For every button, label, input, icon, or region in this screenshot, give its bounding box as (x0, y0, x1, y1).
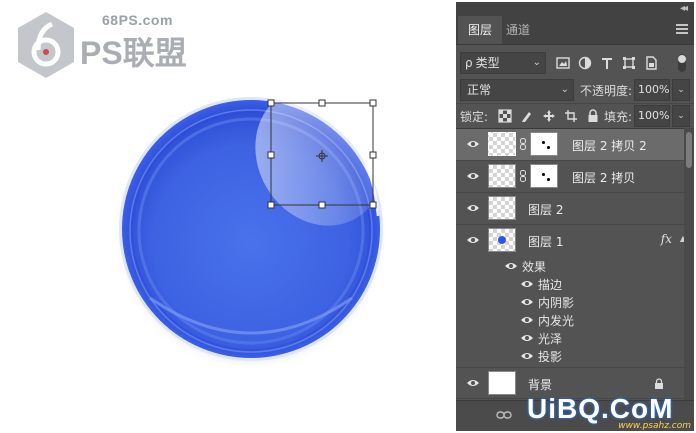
layer-name[interactable]: 图层 2 拷贝 2 (572, 137, 647, 154)
opacity-label: 不透明度: (580, 84, 633, 98)
collapse-panel-button[interactable]: ◂◂ (680, 2, 688, 16)
panel-tab-bar: 图层 通道 (456, 16, 694, 45)
blend-mode-value: 正常 (467, 83, 492, 97)
lock-all-icon[interactable] (586, 109, 600, 123)
chain-link-icon[interactable] (520, 170, 526, 182)
layer-row-layer1[interactable]: 图层 1 fx ▲ (456, 225, 694, 257)
layer-name[interactable]: 图层 2 拷贝 (572, 169, 635, 186)
filter-kind-dropdown[interactable]: ρ 类型 ⌄ (460, 52, 546, 74)
fx-icon[interactable]: fx (661, 232, 672, 246)
layer-list: 图层 2 拷贝 2 图层 2 拷贝 图层 2 图层 1 fx ▲ 效果 描边 内… (456, 128, 694, 401)
visibility-eye-icon[interactable] (466, 203, 480, 213)
layer-thumbnail[interactable] (488, 196, 516, 220)
visibility-eye-icon[interactable] (466, 139, 480, 149)
opacity-dropdown-button[interactable]: ⌄ (672, 79, 690, 101)
chain-link-icon[interactable] (520, 138, 526, 150)
layer-mask-thumbnail[interactable] (530, 132, 558, 156)
effect-name[interactable]: 内阴影 (538, 294, 574, 311)
filter-type-icon[interactable] (600, 56, 614, 70)
layer-filter-row: ρ 类型 ⌄ (456, 50, 694, 76)
panel-title-bar: ◂◂ (456, 2, 694, 16)
logo-hexagon-icon (18, 12, 74, 78)
transform-handle[interactable] (318, 201, 326, 209)
filter-smart-object-icon[interactable] (644, 56, 658, 70)
visibility-eye-icon[interactable] (466, 378, 480, 388)
effect-row-inner-glow[interactable]: 内发光 (456, 311, 694, 329)
lock-pixels-icon[interactable] (520, 109, 534, 123)
lock-fill-row: 锁定: 填充: 100% ⌄ (456, 103, 694, 128)
effect-name[interactable]: 内发光 (538, 312, 574, 329)
opacity-input[interactable]: 100% (634, 79, 670, 101)
link-layers-icon[interactable] (496, 409, 512, 421)
layer-thumbnail[interactable] (488, 371, 516, 395)
chevron-down-icon: ⌄ (532, 57, 541, 68)
document-canvas[interactable]: 68PS.com PS联盟 (0, 0, 452, 433)
effect-name[interactable]: 投影 (538, 348, 562, 365)
watermark-url: www.psahz.com (618, 421, 691, 431)
filter-toggle-switch[interactable] (678, 54, 686, 72)
lock-position-icon[interactable] (542, 109, 556, 123)
filter-kind-label: 类型 (475, 56, 500, 70)
visibility-eye-icon[interactable] (520, 351, 534, 361)
fill-dropdown-button[interactable]: ⌄ (672, 105, 690, 127)
layer-thumbnail[interactable] (488, 132, 516, 156)
visibility-eye-icon[interactable] (520, 297, 534, 307)
layer-row-layer2-copy[interactable]: 图层 2 拷贝 (456, 161, 694, 193)
panel-menu-icon[interactable] (676, 24, 688, 34)
lock-transparency-icon[interactable] (498, 109, 512, 123)
lock-icon (655, 378, 663, 389)
effect-name[interactable]: 光泽 (538, 330, 562, 347)
transform-handle[interactable] (369, 201, 377, 209)
blend-opacity-row: 正常 ⌄ 不透明度: 100% ⌄ (456, 78, 694, 102)
effect-row-stroke[interactable]: 描边 (456, 275, 694, 293)
layer-thumbnail[interactable] (488, 164, 516, 188)
filter-pixel-icon[interactable] (556, 56, 570, 70)
visibility-eye-icon[interactable] (466, 235, 480, 245)
visibility-eye-icon[interactable] (520, 279, 534, 289)
tab-channels[interactable]: 通道 (496, 16, 540, 44)
transform-handle[interactable] (369, 151, 377, 159)
effect-row-inner-shadow[interactable]: 内阴影 (456, 293, 694, 311)
transform-handle[interactable] (267, 151, 275, 159)
layer-name[interactable]: 背景 (528, 376, 552, 393)
logo-url: 68PS.com (102, 12, 173, 28)
visibility-eye-icon[interactable] (520, 315, 534, 325)
layer-row-layer2-copy2[interactable]: 图层 2 拷贝 2 (456, 129, 694, 161)
layer-mask-thumbnail[interactable] (530, 164, 558, 188)
layers-panel: ◂◂ 图层 通道 ρ 类型 ⌄ 正常 ⌄ 不透明度: 100% ⌄ 锁定: 填充… (456, 2, 694, 431)
fill-label: 填充: (604, 110, 633, 124)
watermark: UiBQ.CoM www.psahz.com (527, 393, 695, 433)
layer-name[interactable]: 图层 1 (528, 233, 563, 250)
layer-list-scrollbar[interactable] (684, 128, 694, 400)
scrollbar-thumb[interactable] (686, 132, 692, 168)
fill-input[interactable]: 100% (634, 105, 670, 127)
effect-name[interactable]: 描边 (538, 276, 562, 293)
layer-thumbnail[interactable] (488, 228, 516, 252)
site-logo: 68PS.com PS联盟 (14, 10, 194, 80)
visibility-eye-icon[interactable] (466, 171, 480, 181)
orb-thumbnail-icon (498, 236, 506, 244)
logo-text: PS联盟 (80, 35, 187, 71)
effects-header-row[interactable]: 效果 (456, 257, 694, 275)
blue-glass-orb[interactable] (110, 88, 400, 378)
lock-label: 锁定: (460, 110, 489, 124)
visibility-eye-icon[interactable] (520, 333, 534, 343)
blend-mode-dropdown[interactable]: 正常 ⌄ (460, 79, 574, 101)
filter-adjustment-icon[interactable] (578, 56, 592, 70)
lock-artboard-icon[interactable] (564, 109, 578, 123)
search-icon: ρ (465, 56, 473, 70)
effect-row-satin[interactable]: 光泽 (456, 329, 694, 347)
visibility-eye-icon[interactable] (504, 261, 518, 271)
transform-handle[interactable] (267, 99, 275, 107)
chevron-down-icon: ⌄ (560, 84, 569, 95)
effects-label: 效果 (522, 260, 547, 274)
transform-handle[interactable] (267, 201, 275, 209)
transform-handle[interactable] (369, 99, 377, 107)
effect-row-drop-shadow[interactable]: 投影 (456, 347, 694, 365)
layer-name[interactable]: 图层 2 (528, 201, 563, 218)
filter-shape-icon[interactable] (622, 56, 636, 70)
layer-row-layer2[interactable]: 图层 2 (456, 193, 694, 225)
transform-handle[interactable] (318, 99, 326, 107)
